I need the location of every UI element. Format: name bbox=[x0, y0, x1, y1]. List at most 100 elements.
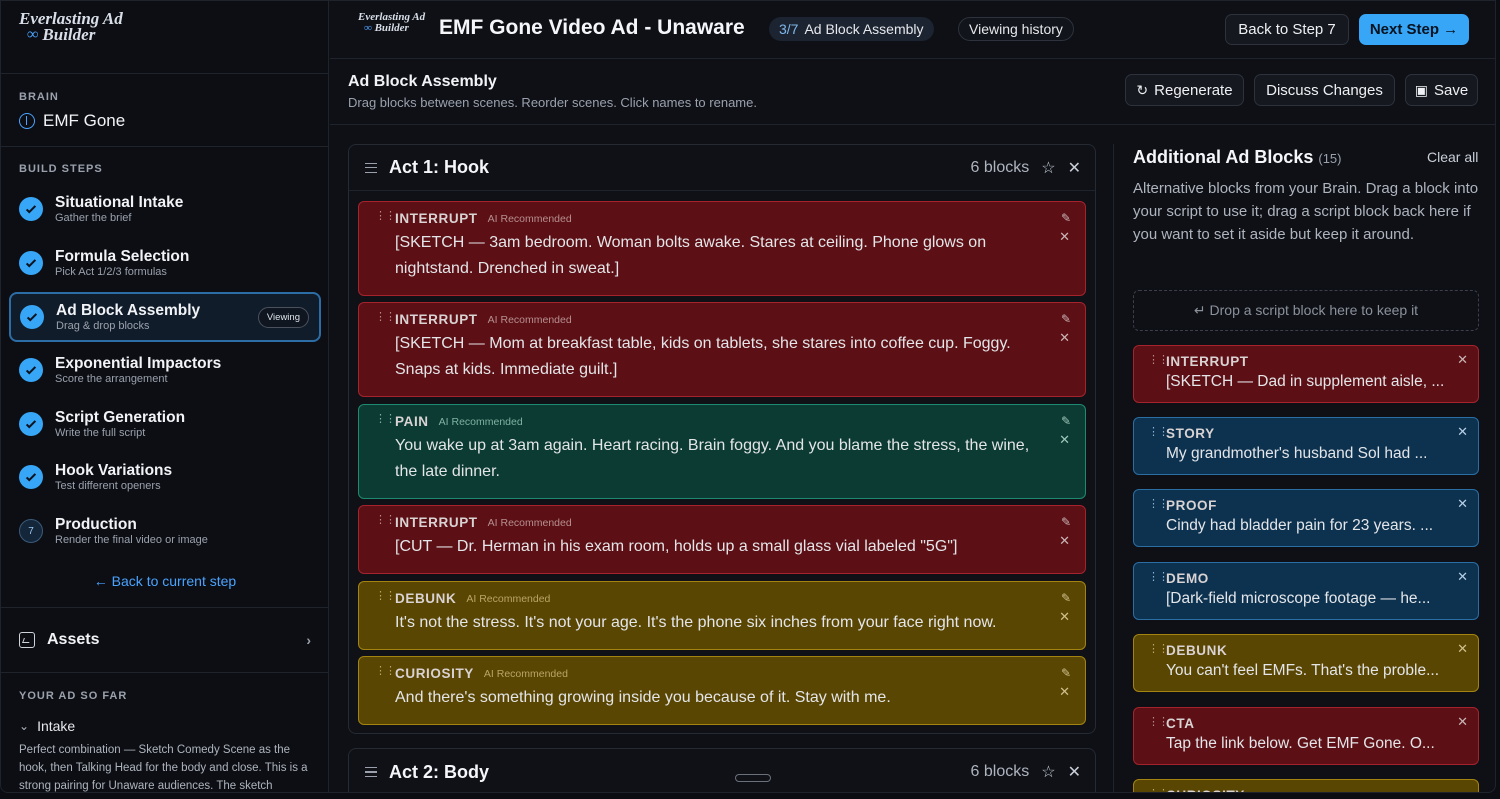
act-name[interactable]: Act 1: Hook bbox=[389, 157, 489, 178]
close-icon[interactable]: ✕ bbox=[1059, 684, 1070, 700]
ad-block[interactable]: ⋮⋮ INTERRUPT AI Recommended [SKETCH — Mom… bbox=[358, 302, 1086, 397]
ad-block[interactable]: ⋮⋮ DEBUNK AI Recommended It's not the str… bbox=[358, 581, 1086, 650]
close-icon[interactable]: ✕ bbox=[1068, 762, 1081, 782]
save-button[interactable]: ▣ Save bbox=[1405, 74, 1478, 106]
drag-handle-icon[interactable]: ⋮⋮ bbox=[375, 591, 396, 602]
intake-toggle[interactable]: ⌄ Intake bbox=[19, 718, 75, 734]
act-header: Act 1: Hook 6 blocks ☆ ✕ bbox=[349, 145, 1095, 191]
drag-handle-icon[interactable]: ⋮⋮ bbox=[375, 211, 396, 222]
additional-block[interactable]: ⋮⋮ CURIOSITY bbox=[1133, 779, 1479, 793]
step-formula-selection[interactable]: Formula Selection Pick Act 1/2/3 formulas bbox=[10, 238, 320, 288]
step-title: Exponential Impactors bbox=[55, 354, 222, 372]
step-situational-intake[interactable]: Situational Intake Gather the brief bbox=[10, 184, 320, 234]
additional-block[interactable]: ⋮⋮ PROOF Cindy had bladder pain for 23 y… bbox=[1133, 489, 1479, 547]
additional-block[interactable]: ⋮⋮ CTA Tap the link below. Get EMF Gone.… bbox=[1133, 707, 1479, 765]
drag-handle-icon[interactable] bbox=[365, 767, 377, 777]
drag-handle-icon[interactable]: ⋮⋮ bbox=[1148, 572, 1169, 583]
close-icon[interactable]: ✕ bbox=[1457, 352, 1468, 368]
drag-handle-icon[interactable] bbox=[365, 162, 377, 173]
close-icon[interactable]: ✕ bbox=[1059, 432, 1070, 448]
header-logo[interactable]: Everlasting Ad ∞ Builder bbox=[358, 12, 425, 34]
edit-icon[interactable]: ✎ bbox=[1061, 312, 1071, 326]
edit-icon[interactable]: ✎ bbox=[1061, 666, 1071, 680]
drag-handle-icon[interactable]: ⋮⋮ bbox=[1148, 427, 1169, 438]
close-icon[interactable]: ✕ bbox=[1457, 714, 1468, 730]
discuss-changes-button[interactable]: Discuss Changes bbox=[1254, 74, 1395, 106]
ad-block[interactable]: ⋮⋮ INTERRUPT AI Recommended [SKETCH — 3am… bbox=[358, 201, 1086, 296]
close-icon[interactable]: ✕ bbox=[1457, 424, 1468, 440]
additional-block[interactable]: ⋮⋮ DEMO [Dark-field microscope footage —… bbox=[1133, 562, 1479, 620]
block-text: [SKETCH — Dad in supplement aisle, ... bbox=[1166, 373, 1444, 390]
step-ad-block-assembly[interactable]: Ad Block Assembly Drag & drop blocks View… bbox=[9, 292, 321, 342]
ad-block[interactable]: ⋮⋮ CURIOSITY AI Recommended And there's s… bbox=[358, 656, 1086, 725]
ai-recommended-tag: AI Recommended bbox=[487, 516, 572, 529]
edit-icon[interactable]: ✎ bbox=[1061, 515, 1071, 529]
brain-selector[interactable]: EMF Gone bbox=[19, 111, 125, 131]
block-type: CTA bbox=[1166, 716, 1195, 731]
chevron-down-icon: ⌄ bbox=[19, 719, 30, 733]
step-script-generation[interactable]: Script Generation Write the full script bbox=[10, 399, 320, 449]
assets-section[interactable]: Assets › bbox=[19, 631, 311, 649]
regenerate-button[interactable]: ↻ Regenerate bbox=[1125, 74, 1244, 106]
drag-handle-icon[interactable]: ⋮⋮ bbox=[375, 666, 396, 677]
viewing-history-button[interactable]: Viewing history bbox=[958, 17, 1074, 41]
drag-handle-icon[interactable]: ⋮⋮ bbox=[1148, 644, 1169, 655]
close-icon[interactable]: ✕ bbox=[1457, 496, 1468, 512]
panel-title: Additional Ad Blocks bbox=[1133, 147, 1314, 167]
step-exponential-impactors[interactable]: Exponential Impactors Score the arrangeme… bbox=[10, 345, 320, 395]
block-type: INTERRUPT bbox=[395, 515, 478, 530]
drag-handle-icon[interactable]: ⋮⋮ bbox=[1148, 789, 1169, 793]
ai-recommended-tag: AI Recommended bbox=[438, 415, 523, 428]
drag-handle-icon[interactable]: ⋮⋮ bbox=[1148, 717, 1169, 728]
additional-blocks-title: Additional Ad Blocks (15) bbox=[1133, 147, 1341, 168]
drop-zone[interactable]: ↵ Drop a script block here to keep it bbox=[1133, 290, 1479, 331]
block-type: DEMO bbox=[1166, 571, 1209, 586]
step-subtitle: Drag & drop blocks bbox=[56, 319, 150, 332]
ad-block[interactable]: ⋮⋮ PAIN AI Recommended You wake up at 3am… bbox=[358, 404, 1086, 499]
drag-handle-icon[interactable]: ⋮⋮ bbox=[1148, 355, 1169, 366]
act-name[interactable]: Act 2: Body bbox=[389, 762, 489, 783]
step-hook-variations[interactable]: Hook Variations Test different openers bbox=[10, 452, 320, 502]
regenerate-label: Regenerate bbox=[1154, 81, 1233, 99]
close-icon[interactable]: ✕ bbox=[1059, 229, 1070, 245]
check-icon bbox=[20, 305, 44, 329]
edit-icon[interactable]: ✎ bbox=[1061, 414, 1071, 428]
step-production[interactable]: 7 Production Render the final video or im… bbox=[10, 506, 320, 556]
drag-handle-icon[interactable]: ⋮⋮ bbox=[375, 414, 396, 425]
save-label: Save bbox=[1434, 81, 1469, 99]
block-text: You can't feel EMFs. That's the proble..… bbox=[1166, 662, 1440, 679]
close-icon[interactable]: ✕ bbox=[1059, 330, 1070, 346]
step-subtitle: Score the arrangement bbox=[55, 372, 168, 385]
ad-block[interactable]: ⋮⋮ INTERRUPT AI Recommended [CUT — Dr. He… bbox=[358, 505, 1086, 574]
drag-handle-icon[interactable]: ⋮⋮ bbox=[375, 312, 396, 323]
back-to-current-step-link[interactable]: ← Back to current step bbox=[1, 573, 328, 589]
edit-icon[interactable]: ✎ bbox=[1061, 211, 1071, 225]
close-icon[interactable]: ✕ bbox=[1068, 158, 1081, 178]
save-icon: ▣ bbox=[1414, 81, 1429, 98]
step-subtitle: Pick Act 1/2/3 formulas bbox=[55, 265, 167, 278]
close-icon[interactable]: ✕ bbox=[1059, 609, 1070, 625]
edit-icon[interactable]: ✎ bbox=[1061, 591, 1071, 605]
close-icon[interactable]: ✕ bbox=[1457, 569, 1468, 585]
drag-handle-icon[interactable]: ⋮⋮ bbox=[1148, 499, 1169, 510]
resize-handle[interactable] bbox=[735, 774, 771, 782]
close-icon[interactable]: ✕ bbox=[1457, 641, 1468, 657]
additional-block[interactable]: ⋮⋮ STORY My grandmother's husband Sol ha… bbox=[1133, 417, 1479, 475]
block-type: CURIOSITY bbox=[395, 666, 474, 681]
clear-all-button[interactable]: Clear all bbox=[1427, 149, 1478, 165]
app-logo[interactable]: Everlasting Ad ∞ Builder bbox=[19, 10, 139, 51]
back-to-step-button[interactable]: Back to Step 7 bbox=[1225, 14, 1349, 45]
additional-block[interactable]: ⋮⋮ INTERRUPT [SKETCH — Dad in supplement… bbox=[1133, 345, 1479, 403]
additional-block[interactable]: ⋮⋮ DEBUNK You can't feel EMFs. That's th… bbox=[1133, 634, 1479, 692]
block-text: You wake up at 3am again. Heart racing. … bbox=[395, 437, 1030, 480]
act-header: Act 2: Body 6 blocks ☆ ✕ bbox=[349, 749, 1095, 792]
intake-label: Intake bbox=[37, 718, 76, 734]
close-icon[interactable]: ✕ bbox=[1059, 533, 1070, 549]
section-title: Ad Block Assembly bbox=[348, 73, 497, 90]
block-text: Tap the link below. Get EMF Gone. O... bbox=[1166, 735, 1435, 752]
star-icon[interactable]: ☆ bbox=[1041, 158, 1055, 178]
drag-handle-icon[interactable]: ⋮⋮ bbox=[375, 515, 396, 526]
star-icon[interactable]: ☆ bbox=[1041, 762, 1055, 782]
block-text: [Dark-field microscope footage — he... bbox=[1166, 590, 1431, 607]
next-step-button[interactable]: Next Step → bbox=[1359, 14, 1469, 45]
